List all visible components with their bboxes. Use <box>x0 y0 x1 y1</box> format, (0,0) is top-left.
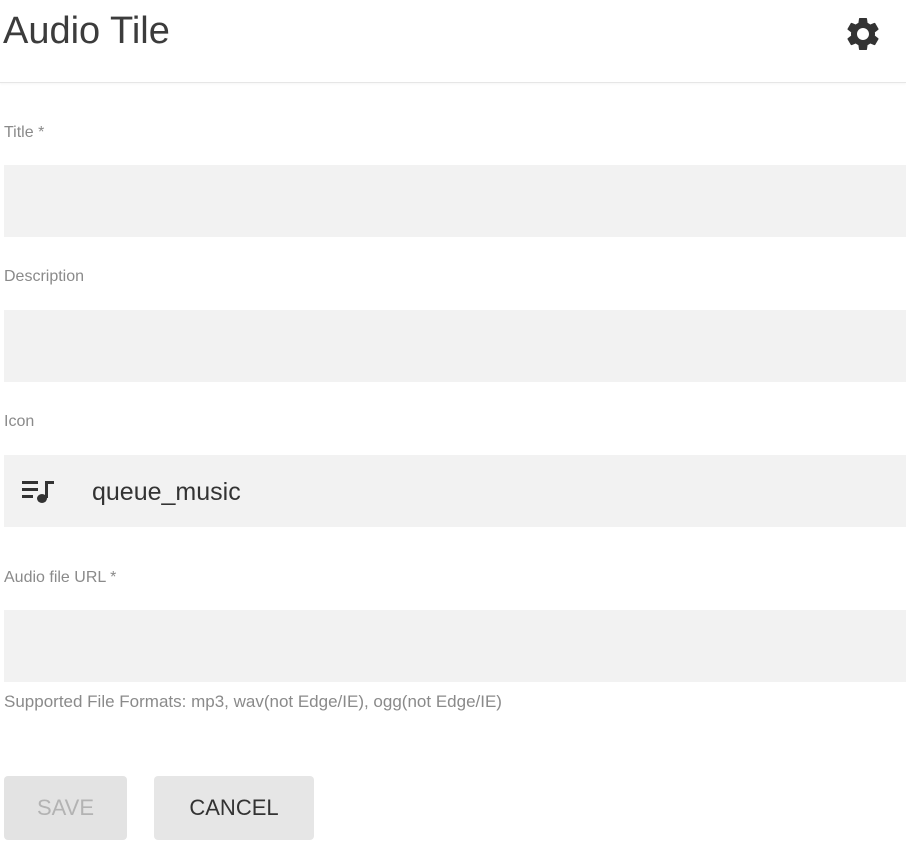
gear-icon <box>847 17 879 50</box>
icon-label: Icon <box>4 413 35 430</box>
queue-music-icon <box>22 481 54 503</box>
page-title: Audio Tile <box>3 10 170 52</box>
description-input[interactable] <box>4 310 906 382</box>
description-label: Description <box>4 268 85 285</box>
cancel-button[interactable]: CANCEL <box>154 776 314 840</box>
title-input[interactable] <box>4 165 906 237</box>
settings-button[interactable] <box>843 14 883 54</box>
audio-url-helper-text: Supported File Formats: mp3, wav(not Edg… <box>4 692 502 711</box>
icon-select[interactable]: queue_music <box>4 455 906 527</box>
title-label: Title * <box>4 124 45 141</box>
audio-url-label: Audio file URL * <box>4 569 117 586</box>
audio-url-input[interactable] <box>4 610 906 682</box>
save-button[interactable]: SAVE <box>4 776 127 840</box>
header-bar: Audio Tile <box>0 0 906 83</box>
icon-select-value: queue_music <box>92 478 241 506</box>
